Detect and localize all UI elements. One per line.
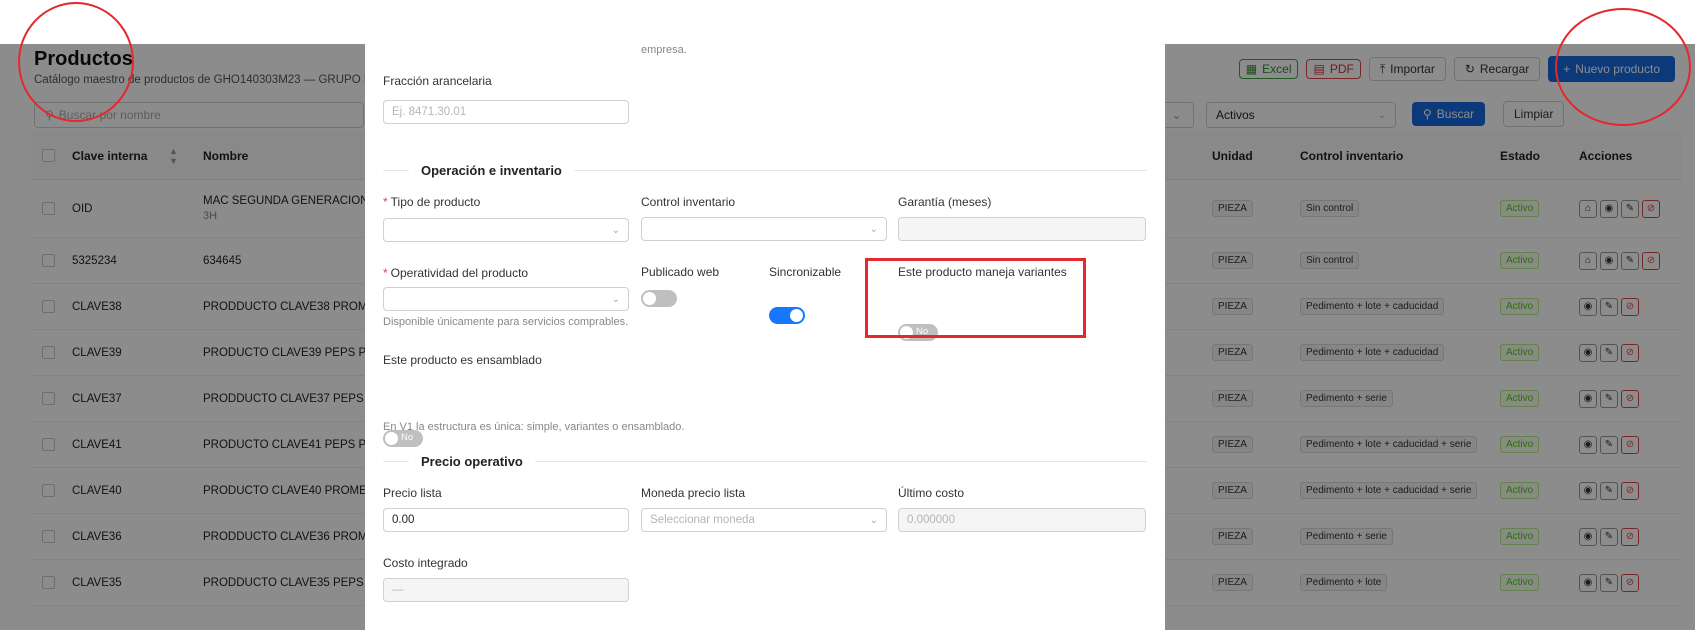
section-operacion: Operación e inventario: [383, 160, 1147, 180]
moneda-label: Moneda precio lista: [641, 486, 746, 500]
precio-lista-label: Precio lista: [383, 486, 442, 500]
annotation-rect-variants: [865, 258, 1086, 338]
operatividad-label: * Operatividad del producto: [383, 266, 529, 280]
operatividad-help: Disponible únicamente para servicios com…: [383, 316, 629, 328]
control-inventario-select[interactable]: ⌄: [641, 217, 887, 241]
tipo-producto-select[interactable]: ⌄: [383, 218, 629, 242]
costo-integrado-input[interactable]: —: [383, 578, 629, 602]
fraccion-input[interactable]: Ej. 8471.30.01: [383, 100, 629, 124]
annotation-circle-new-product: [1555, 8, 1691, 126]
ultimo-costo-input[interactable]: 0.000000: [898, 508, 1146, 532]
ultimo-costo-label: Último costo: [898, 486, 965, 500]
ensamblado-label: Este producto es ensamblado: [383, 353, 542, 367]
moneda-placeholder: Seleccionar moneda: [650, 514, 755, 526]
section-operacion-title: Operación e inventario: [421, 162, 562, 178]
costo-integrado-label: Costo integrado: [383, 556, 468, 570]
sincronizable-switch[interactable]: [769, 307, 805, 324]
chevron-down-icon: ⌄: [869, 514, 878, 526]
publicado-web-switch[interactable]: [641, 290, 677, 307]
estructura-help: En V1 la estructura es única: simple, va…: [383, 421, 685, 433]
chevron-down-icon: ⌄: [611, 293, 620, 305]
precio-lista-input[interactable]: 0.00: [383, 508, 629, 532]
moneda-select[interactable]: Seleccionar moneda ⌄: [641, 508, 887, 532]
chevron-down-icon: ⌄: [869, 223, 878, 235]
company-help-text: empresa.: [641, 44, 687, 56]
annotation-circle-title: [18, 2, 134, 122]
section-precio-title: Precio operativo: [421, 453, 523, 469]
chevron-down-icon: ⌄: [611, 224, 620, 236]
publicado-web-label: Publicado web: [641, 265, 720, 279]
garantia-label: Garantía (meses): [898, 195, 992, 209]
section-precio: Precio operativo: [383, 451, 1147, 471]
sincronizable-label: Sincronizable: [769, 265, 842, 279]
operatividad-select[interactable]: ⌄: [383, 287, 629, 311]
tipo-producto-label: * Tipo de producto: [383, 195, 481, 209]
ensamblado-switch-text: No: [401, 432, 414, 443]
garantia-input[interactable]: [898, 217, 1146, 241]
fraccion-label: Fracción arancelaria: [383, 74, 492, 88]
control-inventario-label: Control inventario: [641, 195, 736, 209]
